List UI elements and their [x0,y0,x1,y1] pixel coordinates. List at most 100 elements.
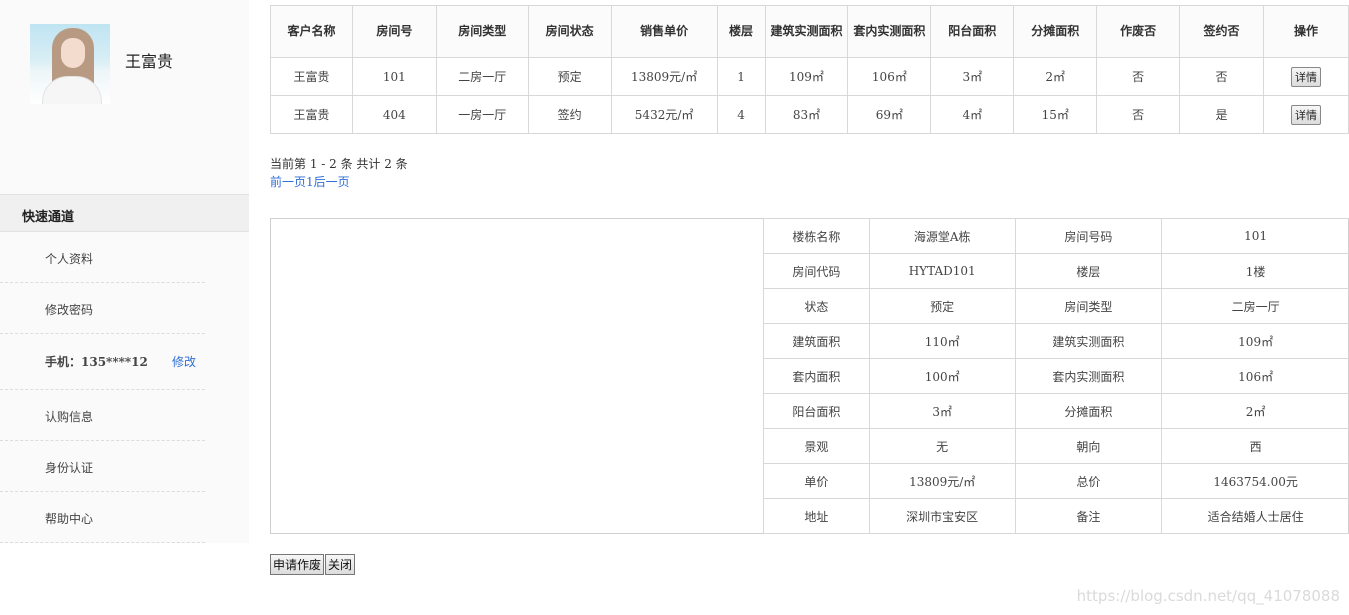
menu-item-change-password[interactable]: 修改密码 [0,283,205,334]
detail-row: 套内面积 100㎡ 套内实测面积 106㎡ [763,358,1349,394]
action-bar: 申请作废 关闭 [270,554,356,575]
table-cell: 106㎡ [847,57,932,96]
detail-label: 建筑面积 [763,323,870,359]
column-header: 房间状态 [527,5,612,58]
detail-value: 2㎡ [1161,393,1349,429]
detail-label: 分摊面积 [1014,393,1163,429]
table-cell: 否 [1096,57,1181,96]
next-page-link[interactable]: 后一页 [314,175,350,189]
table-cell: 是 [1179,95,1264,134]
detail-value: 101 [1161,218,1349,254]
detail-value: 110㎡ [868,323,1016,359]
detail-value: 109㎡ [1161,323,1349,359]
detail-value: 预定 [868,288,1016,324]
detail-label: 房间号码 [1014,218,1163,254]
detail-label: 套内实测面积 [1014,358,1163,394]
column-header: 套内实测面积 [847,5,932,58]
column-header: 作废否 [1096,5,1181,58]
table-cell: 4㎡ [930,95,1015,134]
detail-button[interactable]: 详情 [1290,104,1321,125]
table-cell: 2㎡ [1013,57,1098,96]
detail-value: 100㎡ [868,358,1016,394]
table-cell: 101 [351,57,437,96]
prev-page-link[interactable]: 前一页 [270,175,306,189]
user-name: 王富贵 [125,52,174,71]
table-cell: 3㎡ [930,57,1015,96]
detail-value: 深圳市宝安区 [868,498,1016,534]
menu-item-label: 认购信息 [45,410,94,424]
menu-item-identity-verification[interactable]: 身份认证 [0,441,205,492]
close-button[interactable]: 关闭 [325,554,356,575]
phone-label: 手机：135****12 [45,355,148,369]
detail-label: 备注 [1014,498,1163,534]
detail-label: 楼栋名称 [763,218,870,254]
detail-value: 3㎡ [868,393,1016,429]
detail-label: 单价 [763,463,870,499]
column-header: 分摊面积 [1013,5,1098,58]
column-header: 房间号 [351,5,437,58]
table-row: 王富贵 404 一房一厅 签约 5432元/㎡ 4 83㎡ 69㎡ 4㎡ 15㎡… [270,95,1349,134]
detail-value: 106㎡ [1161,358,1349,394]
column-header: 销售单价 [610,5,718,58]
menu-item-label: 帮助中心 [45,512,94,526]
table-cell: 83㎡ [764,95,849,134]
page-number-link[interactable]: 1 [306,175,314,189]
detail-row: 房间代码 HYTAD101 楼层 1楼 [763,253,1349,289]
detail-label: 朝向 [1014,428,1163,464]
column-header: 房间类型 [435,5,529,58]
menu-item-subscription-info[interactable]: 认购信息 [0,390,205,441]
table-cell: 王富贵 [270,95,353,134]
detail-row: 景观无朝向西 [763,428,1349,464]
table-cell: 详情 [1262,95,1349,134]
room-detail-table: 楼栋名称 海源堂A栋 房间号码 101 房间代码 HYTAD101 楼层 1楼 状态 预定 房间类型… [763,218,1349,534]
apply-void-button[interactable]: 申请作废 [270,554,325,575]
column-header: 签约否 [1179,5,1264,58]
detail-value: 二房一厅 [1161,288,1349,324]
quick-access-header: 快速通道 [0,194,249,232]
table-cell: 69㎡ [847,95,932,134]
detail-value: 西 [1161,428,1349,464]
detail-value: 1463754.00元 [1161,463,1349,499]
pager-links: 前一页1后一页 [270,173,350,190]
detail-value: 无 [868,428,1016,464]
room-list-table: 客户名称 房间号 房间类型 房间状态 销售单价 楼层 建筑实测面积 套内实测面积… [270,5,1349,134]
detail-label: 房间代码 [763,253,870,289]
detail-row: 阳台面积 3㎡ 分摊面积 2㎡ [763,393,1349,429]
column-header: 建筑实测面积 [764,5,849,58]
table-cell: 签约 [527,95,612,134]
table-cell: 5432元/㎡ [610,95,718,134]
table-cell: 预定 [527,57,612,96]
table-header-row: 客户名称 房间号 房间类型 房间状态 销售单价 楼层 建筑实测面积 套内实测面积… [270,5,1349,58]
table-cell: 109㎡ [764,57,849,96]
modify-phone-link[interactable]: 修改 [172,353,196,370]
detail-row: 地址 深圳市宝安区 备注 适合结婚人士居住 [763,498,1349,534]
detail-row: 状态 预定 房间类型 二房一厅 [763,288,1349,324]
detail-value: HYTAD101 [868,253,1016,289]
avatar [30,24,110,104]
pager-info: 当前第 1 - 2 条 共计 2 条 [270,157,408,171]
quick-access-menu: 个人资料 修改密码 手机：135****12 修改 认购信息 身份认证 帮助中心 [0,232,249,543]
menu-item-profile[interactable]: 个人资料 [0,232,205,283]
table-cell: 13809元/㎡ [610,57,718,96]
table-cell: 4 [716,95,766,134]
room-detail-panel: 楼栋名称 海源堂A栋 房间号码 101 房间代码 HYTAD101 楼层 1楼 状态 预定 房间类型… [270,218,1349,534]
detail-row: 楼栋名称 海源堂A栋 房间号码 101 [763,218,1349,254]
table-row: 王富贵 101 二房一厅 预定 13809元/㎡ 1 109㎡ 106㎡ 3㎡ … [270,57,1349,96]
watermark: https://blog.csdn.net/qq_41078088 [1076,587,1340,605]
column-header: 客户名称 [270,5,353,58]
sidebar: 王富贵 快速通道 个人资料 修改密码 手机：135****12 修改 认购信息 … [0,0,249,543]
menu-item-help-center[interactable]: 帮助中心 [0,492,205,543]
table-cell: 否 [1179,57,1264,96]
table-cell: 404 [351,95,437,134]
detail-label: 房间类型 [1014,288,1163,324]
detail-button[interactable]: 详情 [1290,66,1321,87]
menu-item-label: 修改密码 [45,303,94,317]
column-header: 楼层 [716,5,766,58]
detail-row: 建筑面积 110㎡ 建筑实测面积 109㎡ [763,323,1349,359]
detail-label: 楼层 [1014,253,1163,289]
detail-label: 总价 [1014,463,1163,499]
detail-label: 状态 [763,288,870,324]
detail-label: 地址 [763,498,870,534]
table-cell: 详情 [1262,57,1349,96]
column-header: 阳台面积 [930,5,1015,58]
